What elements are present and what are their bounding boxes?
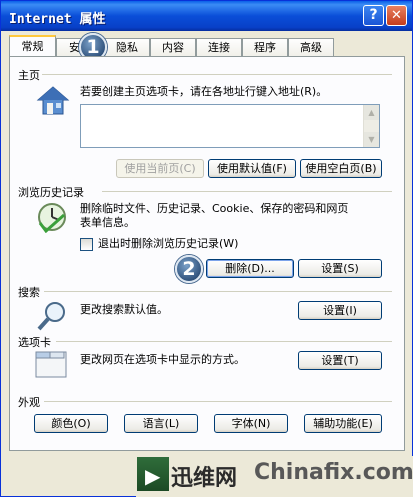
step-badge-2: 2 — [175, 255, 203, 283]
home-description: 若要创建主页选项卡，请在各地址行键入地址(R)。 — [80, 85, 328, 98]
colors-button[interactable]: 颜色(O) — [34, 414, 108, 433]
home-address-input[interactable]: ▲ ▼ — [80, 104, 380, 148]
use-current-button[interactable]: 使用当前页(C) — [116, 159, 204, 178]
divider — [44, 291, 392, 292]
delete-history-button[interactable]: 删除(D)... — [206, 259, 294, 278]
tabs-description: 更改网页在选项卡中显示的方式。 — [80, 353, 245, 366]
tabs-window-icon — [34, 349, 68, 379]
tab-programs[interactable]: 程序 — [242, 38, 288, 57]
title-bar[interactable]: Internet 属性 ? ✕ — [1, 1, 412, 31]
search-settings-button[interactable]: 设置(I) — [298, 301, 382, 320]
tab-advanced[interactable]: 高级 — [288, 38, 334, 57]
close-button[interactable]: ✕ — [386, 5, 407, 26]
delete-on-exit-label[interactable]: 退出时删除浏览历史记录(W) — [98, 237, 238, 251]
tabs-settings-button[interactable]: 设置(T) — [298, 351, 382, 370]
search-description: 更改搜索默认值。 — [80, 303, 168, 316]
tab-connections[interactable]: 连接 — [196, 38, 242, 57]
tab-content[interactable]: 内容 — [150, 38, 196, 57]
use-default-button[interactable]: 使用默认值(F) — [208, 159, 296, 178]
accessibility-button[interactable]: 辅助功能(E) — [304, 414, 382, 433]
search-magnifier-icon — [36, 300, 68, 332]
divider — [42, 74, 392, 75]
scroll-down-icon[interactable]: ▼ — [364, 132, 379, 147]
use-blank-button[interactable]: 使用空白页(B) — [300, 159, 382, 178]
divider — [56, 341, 392, 342]
history-description-line1: 删除临时文件、历史记录、Cookie、保存的密码和网页 — [80, 202, 349, 215]
help-button[interactable]: ? — [363, 5, 384, 26]
history-description-line2: 表单信息。 — [80, 216, 135, 229]
tab-general[interactable]: 常规 — [9, 35, 56, 58]
divider — [102, 191, 392, 192]
watermark-cn: 迅维网 — [171, 466, 238, 491]
watermark-en: Chinafix.com — [254, 460, 413, 485]
tabs-section-title: 选项卡 — [18, 336, 51, 349]
history-section-title: 浏览历史记录 — [18, 186, 84, 199]
window-title: Internet 属性 — [9, 12, 106, 27]
tab-privacy[interactable]: 隐私 — [104, 38, 150, 57]
divider — [44, 401, 392, 402]
history-settings-button[interactable]: 设置(S) — [298, 259, 382, 278]
search-section-title: 搜索 — [18, 286, 40, 299]
home-address-scrollbar[interactable]: ▲ ▼ — [363, 105, 379, 147]
appearance-section-title: 外观 — [18, 396, 40, 409]
internet-properties-dialog: Internet 属性 ? ✕ 常规 安全 隐私 内容 连接 程序 高级 1 主… — [0, 0, 413, 497]
scroll-up-icon[interactable]: ▲ — [364, 105, 379, 120]
history-clock-icon — [36, 201, 68, 234]
watermark-arrow-icon: ▶ — [145, 464, 161, 488]
languages-button[interactable]: 语言(L) — [124, 414, 198, 433]
home-house-icon — [36, 85, 70, 117]
delete-on-exit-checkbox[interactable] — [80, 238, 93, 251]
general-tab-panel: 主页 若要创建主页选项卡，请在各地址行键入地址(R)。 ▲ ▼ 使用当前页(C)… — [9, 56, 405, 451]
fonts-button[interactable]: 字体(N) — [214, 414, 288, 433]
home-section-title: 主页 — [18, 69, 40, 82]
